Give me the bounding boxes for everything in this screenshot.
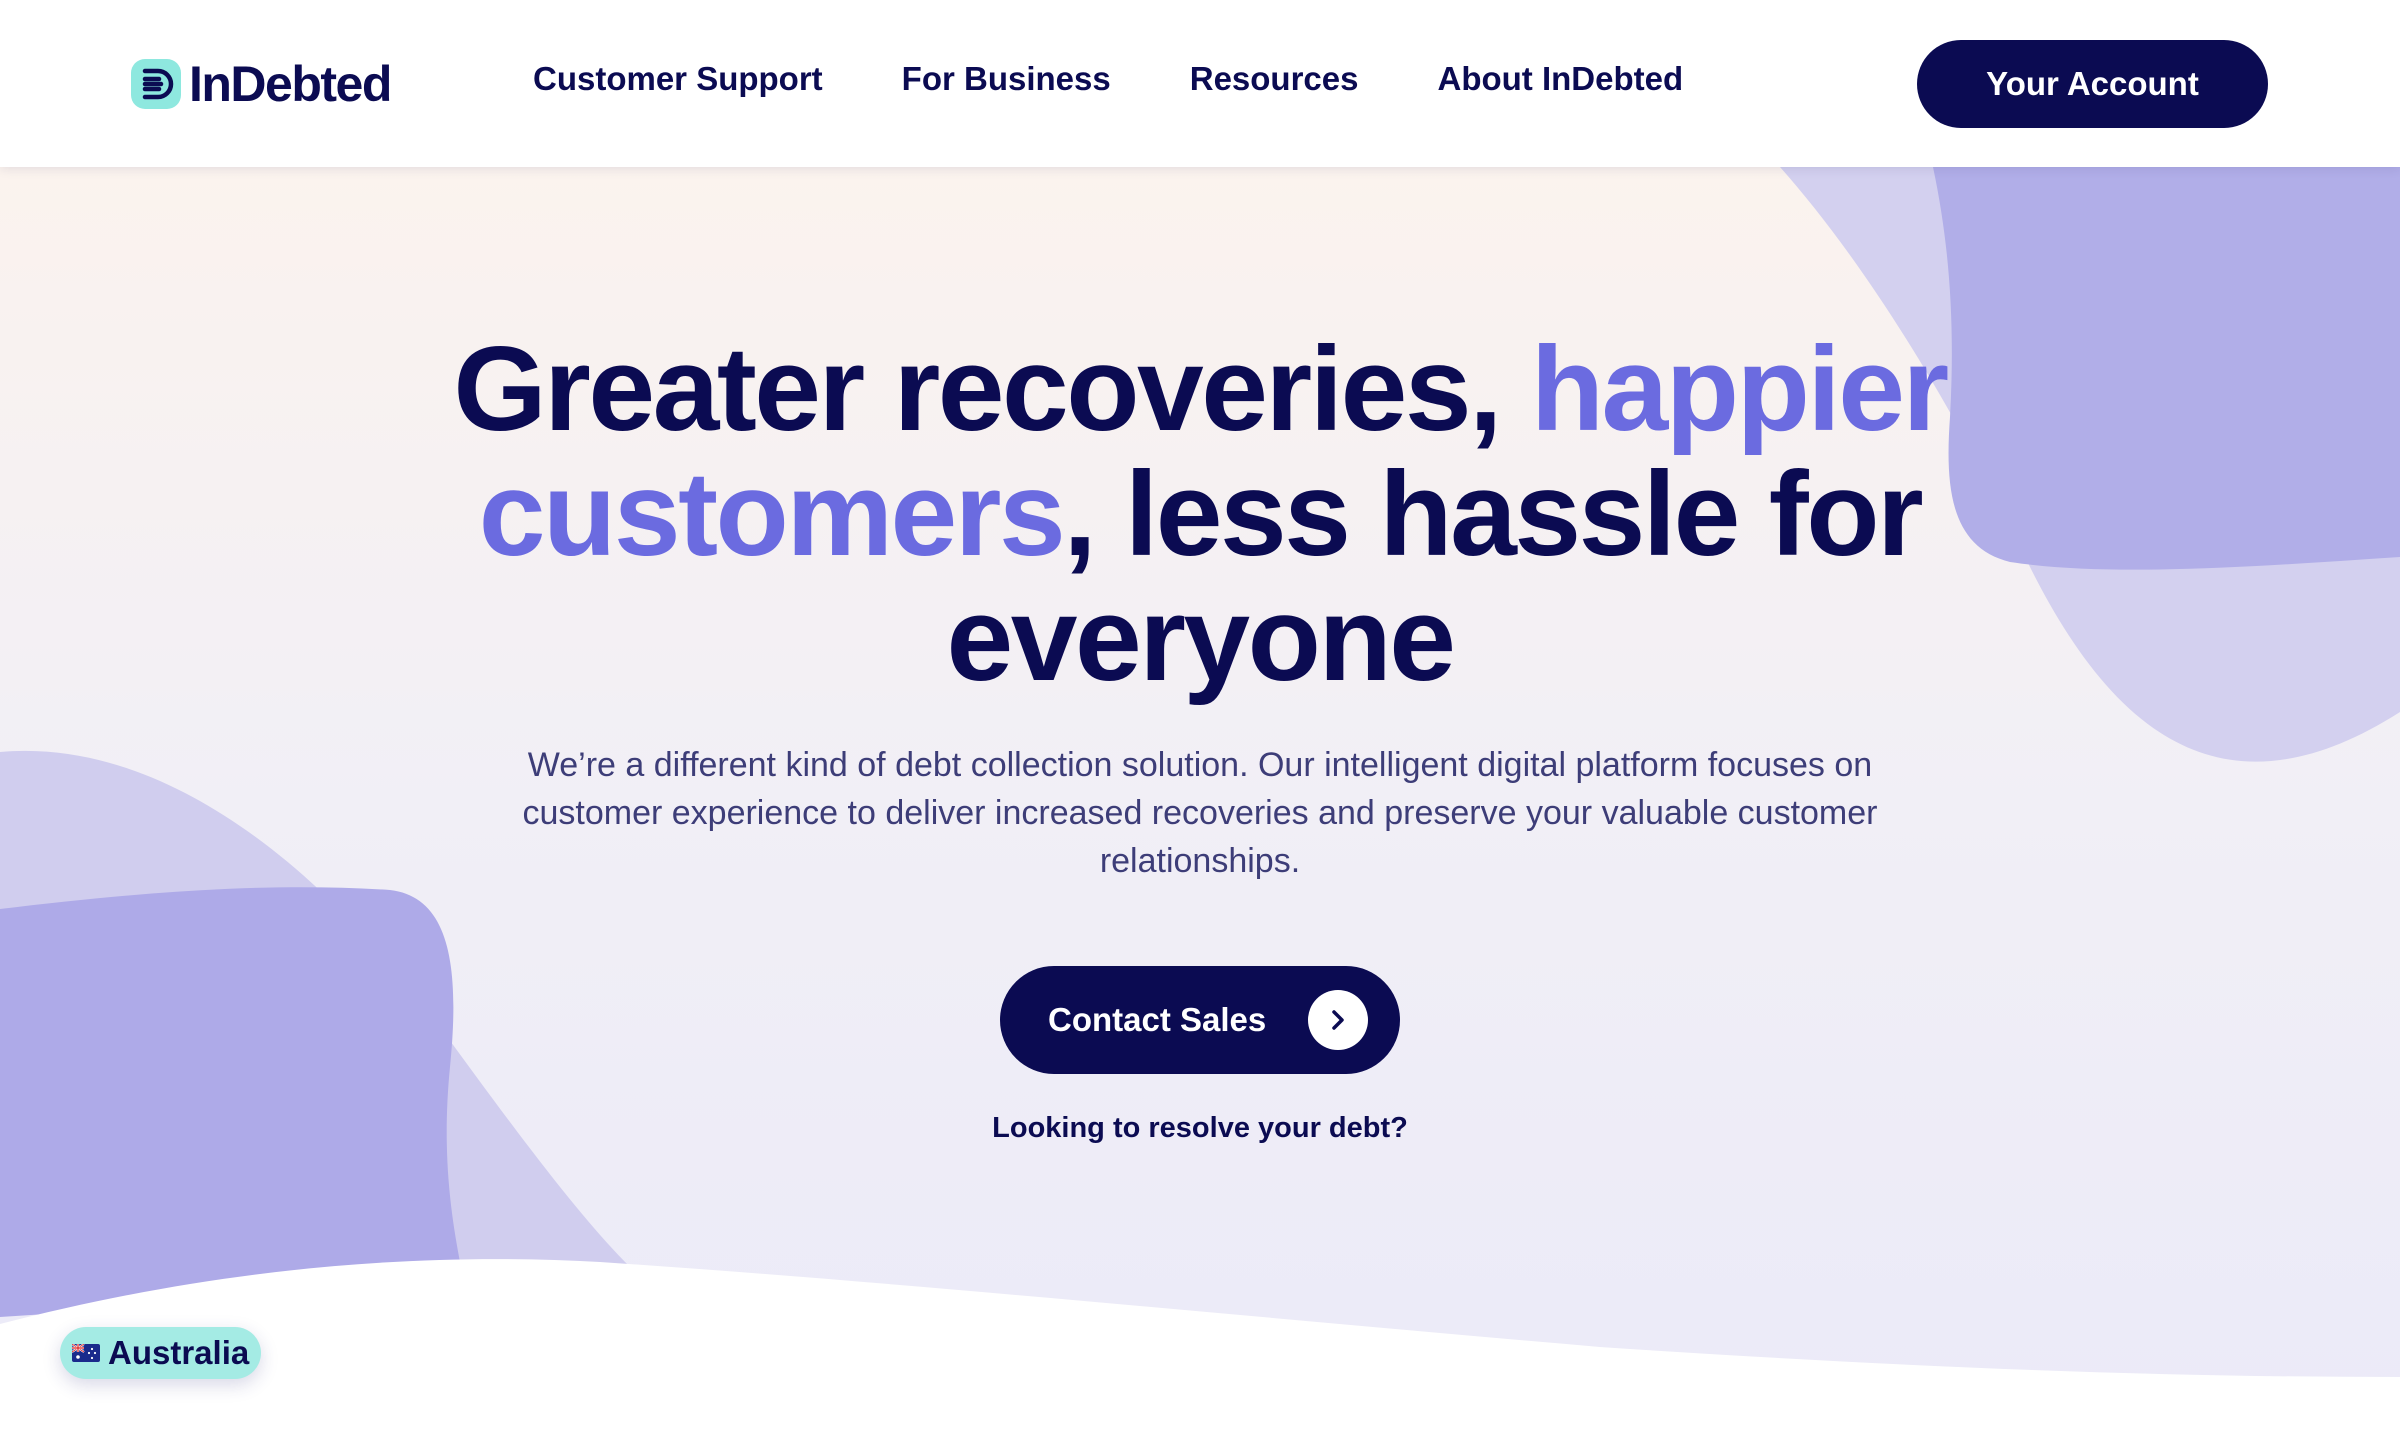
contact-sales-button[interactable]: Contact Sales <box>1000 966 1400 1074</box>
region-label: Australia <box>108 1334 250 1371</box>
logo-wordmark: InDebted <box>189 56 392 112</box>
region-selector[interactable]: Australia <box>60 1327 262 1379</box>
nav-item-about[interactable]: About InDebted <box>1438 60 1684 98</box>
resolve-debt-link[interactable]: Looking to resolve your debt? <box>900 1112 1500 1145</box>
hero-headline: Greater recoveries, happier customers, l… <box>300 327 2100 702</box>
site-header: InDebted Customer Support For Business R… <box>0 0 2400 167</box>
nav-item-for-business[interactable]: For Business <box>902 60 1111 98</box>
your-account-button[interactable]: Your Account <box>1917 40 2268 128</box>
hero-section: Greater recoveries, happier customers, l… <box>0 167 2400 1440</box>
indebted-logo[interactable]: InDebted <box>131 56 392 112</box>
main-nav: Customer Support For Business Resources … <box>533 60 1683 98</box>
hero-subtext: We’re a different kind of debt collectio… <box>522 746 1878 880</box>
nav-item-customer-support[interactable]: Customer Support <box>533 60 823 98</box>
australia-flag-icon <box>72 1344 100 1362</box>
headline-part-1: Greater recoveries, <box>453 322 1531 456</box>
chevron-right-icon <box>1308 990 1368 1050</box>
contact-sales-label: Contact Sales <box>1048 1001 1267 1038</box>
nav-item-resources[interactable]: Resources <box>1190 60 1359 98</box>
headline-part-2: , less hassle for everyone <box>946 447 1924 706</box>
indebted-logo-icon <box>131 59 181 109</box>
